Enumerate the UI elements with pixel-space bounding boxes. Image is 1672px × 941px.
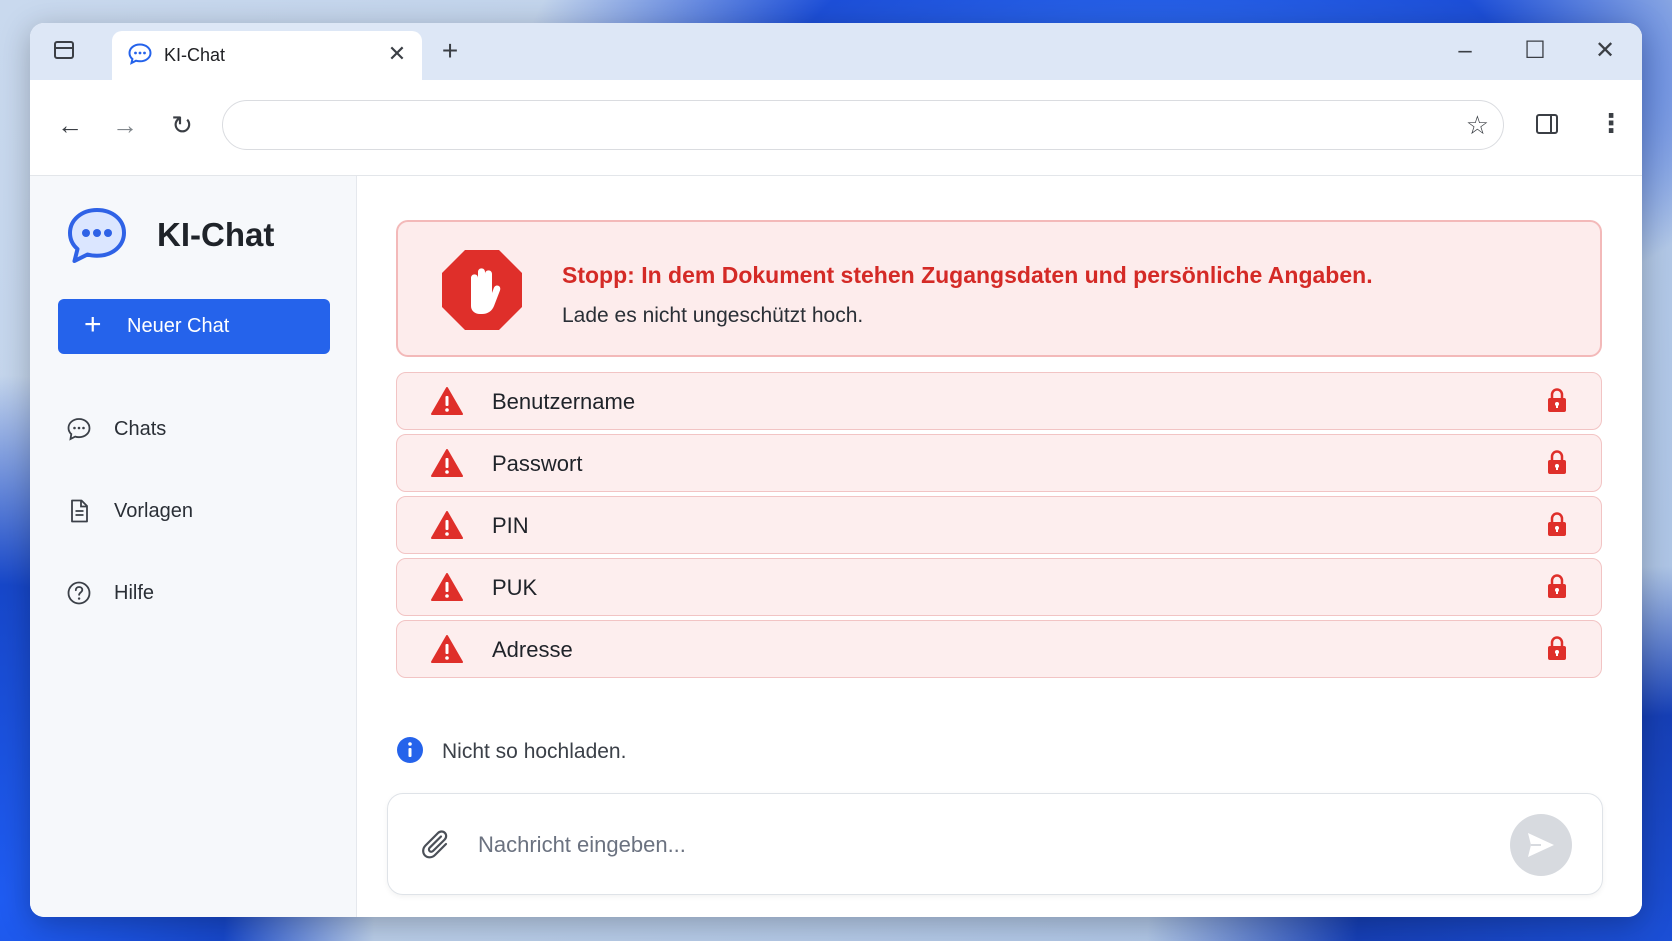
chat-bubble-icon: [128, 43, 152, 65]
sidebar-item-vorlagen[interactable]: Vorlagen: [66, 490, 326, 530]
sensitive-item-passwort: Passwort: [396, 434, 1602, 492]
warning-icon: [431, 511, 463, 539]
sensitive-item-label: Passwort: [492, 451, 583, 476]
info-icon: [397, 737, 423, 763]
warning-icon: [431, 573, 463, 601]
lock-icon: [1548, 450, 1566, 474]
minimize-button[interactable]: –: [1450, 37, 1480, 67]
sidebar-item-chats[interactable]: Chats: [66, 408, 326, 448]
forward-arrow-icon[interactable]: →: [110, 110, 140, 140]
sidebar-item-label: Hilfe: [114, 582, 155, 604]
reload-icon[interactable]: ↻: [167, 110, 197, 140]
lock-icon: [1548, 388, 1566, 412]
alert-text: Lade es nicht ungeschützt hoch.: [562, 304, 864, 327]
paperclip-icon[interactable]: [420, 828, 454, 864]
chat-logo-icon: [68, 208, 126, 263]
tab-search-icon[interactable]: [54, 41, 74, 59]
sensitive-item-label: Benutzername: [492, 389, 636, 414]
sensitive-item-pin: PIN: [396, 496, 1602, 554]
new-chat-label: Neuer Chat: [127, 315, 230, 337]
send-icon: [1528, 833, 1554, 857]
browser-toolbar: ← → ↻ ☆ ⋮: [30, 80, 1642, 176]
brand-title: KI-Chat: [157, 216, 275, 253]
browser-window: KI-Chat ✕ + – ☐ ✕ ← → ↻ ☆ ⋮ KI-Chat + Ne…: [30, 23, 1642, 917]
warning-icon: [431, 387, 463, 415]
tab-ki-chat[interactable]: KI-Chat ✕: [112, 31, 422, 80]
warning-icon: [431, 635, 463, 663]
warning-icon: [431, 449, 463, 477]
sensitive-item-benutzername: Benutzername: [396, 372, 1602, 430]
hint-text: Nicht so hochladen.: [442, 740, 627, 763]
document-icon: [71, 499, 88, 523]
sidebar-item-label: Chats: [114, 418, 167, 440]
upload-hint: Nicht so hochladen.: [396, 734, 996, 764]
tab-close-icon[interactable]: ✕: [384, 41, 410, 67]
back-arrow-icon[interactable]: ←: [55, 110, 85, 140]
chat-bubble-icon: [67, 418, 91, 441]
lock-icon: [1548, 636, 1566, 660]
help-circle-icon: [67, 581, 91, 605]
upload-stop-alert: Stopp: In dem Dokument stehen Zugangsdat…: [396, 220, 1602, 357]
tab-title: KI-Chat: [164, 45, 226, 65]
sensitive-item-adresse: Adresse: [396, 620, 1602, 678]
new-chat-button[interactable]: + Neuer Chat: [58, 299, 330, 354]
close-window-button[interactable]: ✕: [1590, 37, 1620, 67]
message-input[interactable]: [478, 822, 1478, 868]
more-menu-icon[interactable]: ⋮: [1598, 108, 1624, 138]
sensitive-item-puk: PUK: [396, 558, 1602, 616]
maximize-button[interactable]: ☐: [1520, 37, 1550, 67]
bookmark-star-icon[interactable]: ☆: [1466, 110, 1489, 140]
chat-main: Stopp: In dem Dokument stehen Zugangsdat…: [357, 176, 1642, 917]
message-composer: [387, 793, 1603, 895]
side-panel-icon[interactable]: [1536, 114, 1558, 134]
sensitive-item-label: PIN: [492, 513, 529, 538]
sidebar-item-label: Vorlagen: [114, 500, 193, 522]
sensitive-item-label: Adresse: [492, 637, 573, 662]
sidebar-item-hilfe[interactable]: Hilfe: [66, 572, 326, 612]
address-bar[interactable]: ☆: [222, 100, 1504, 150]
tab-bar: KI-Chat ✕ + – ☐ ✕: [30, 23, 1642, 80]
plus-icon: +: [84, 308, 102, 341]
new-tab-button[interactable]: +: [435, 37, 465, 67]
lock-icon: [1548, 574, 1566, 598]
send-button[interactable]: [1510, 814, 1572, 876]
sidebar: KI-Chat + Neuer Chat Chats Vorlagen Hilf…: [30, 176, 357, 917]
sensitive-item-label: PUK: [492, 575, 538, 600]
lock-icon: [1548, 512, 1566, 536]
alert-title: Stopp: In dem Dokument stehen Zugangsdat…: [562, 262, 1373, 288]
stop-hand-icon: [442, 250, 522, 330]
